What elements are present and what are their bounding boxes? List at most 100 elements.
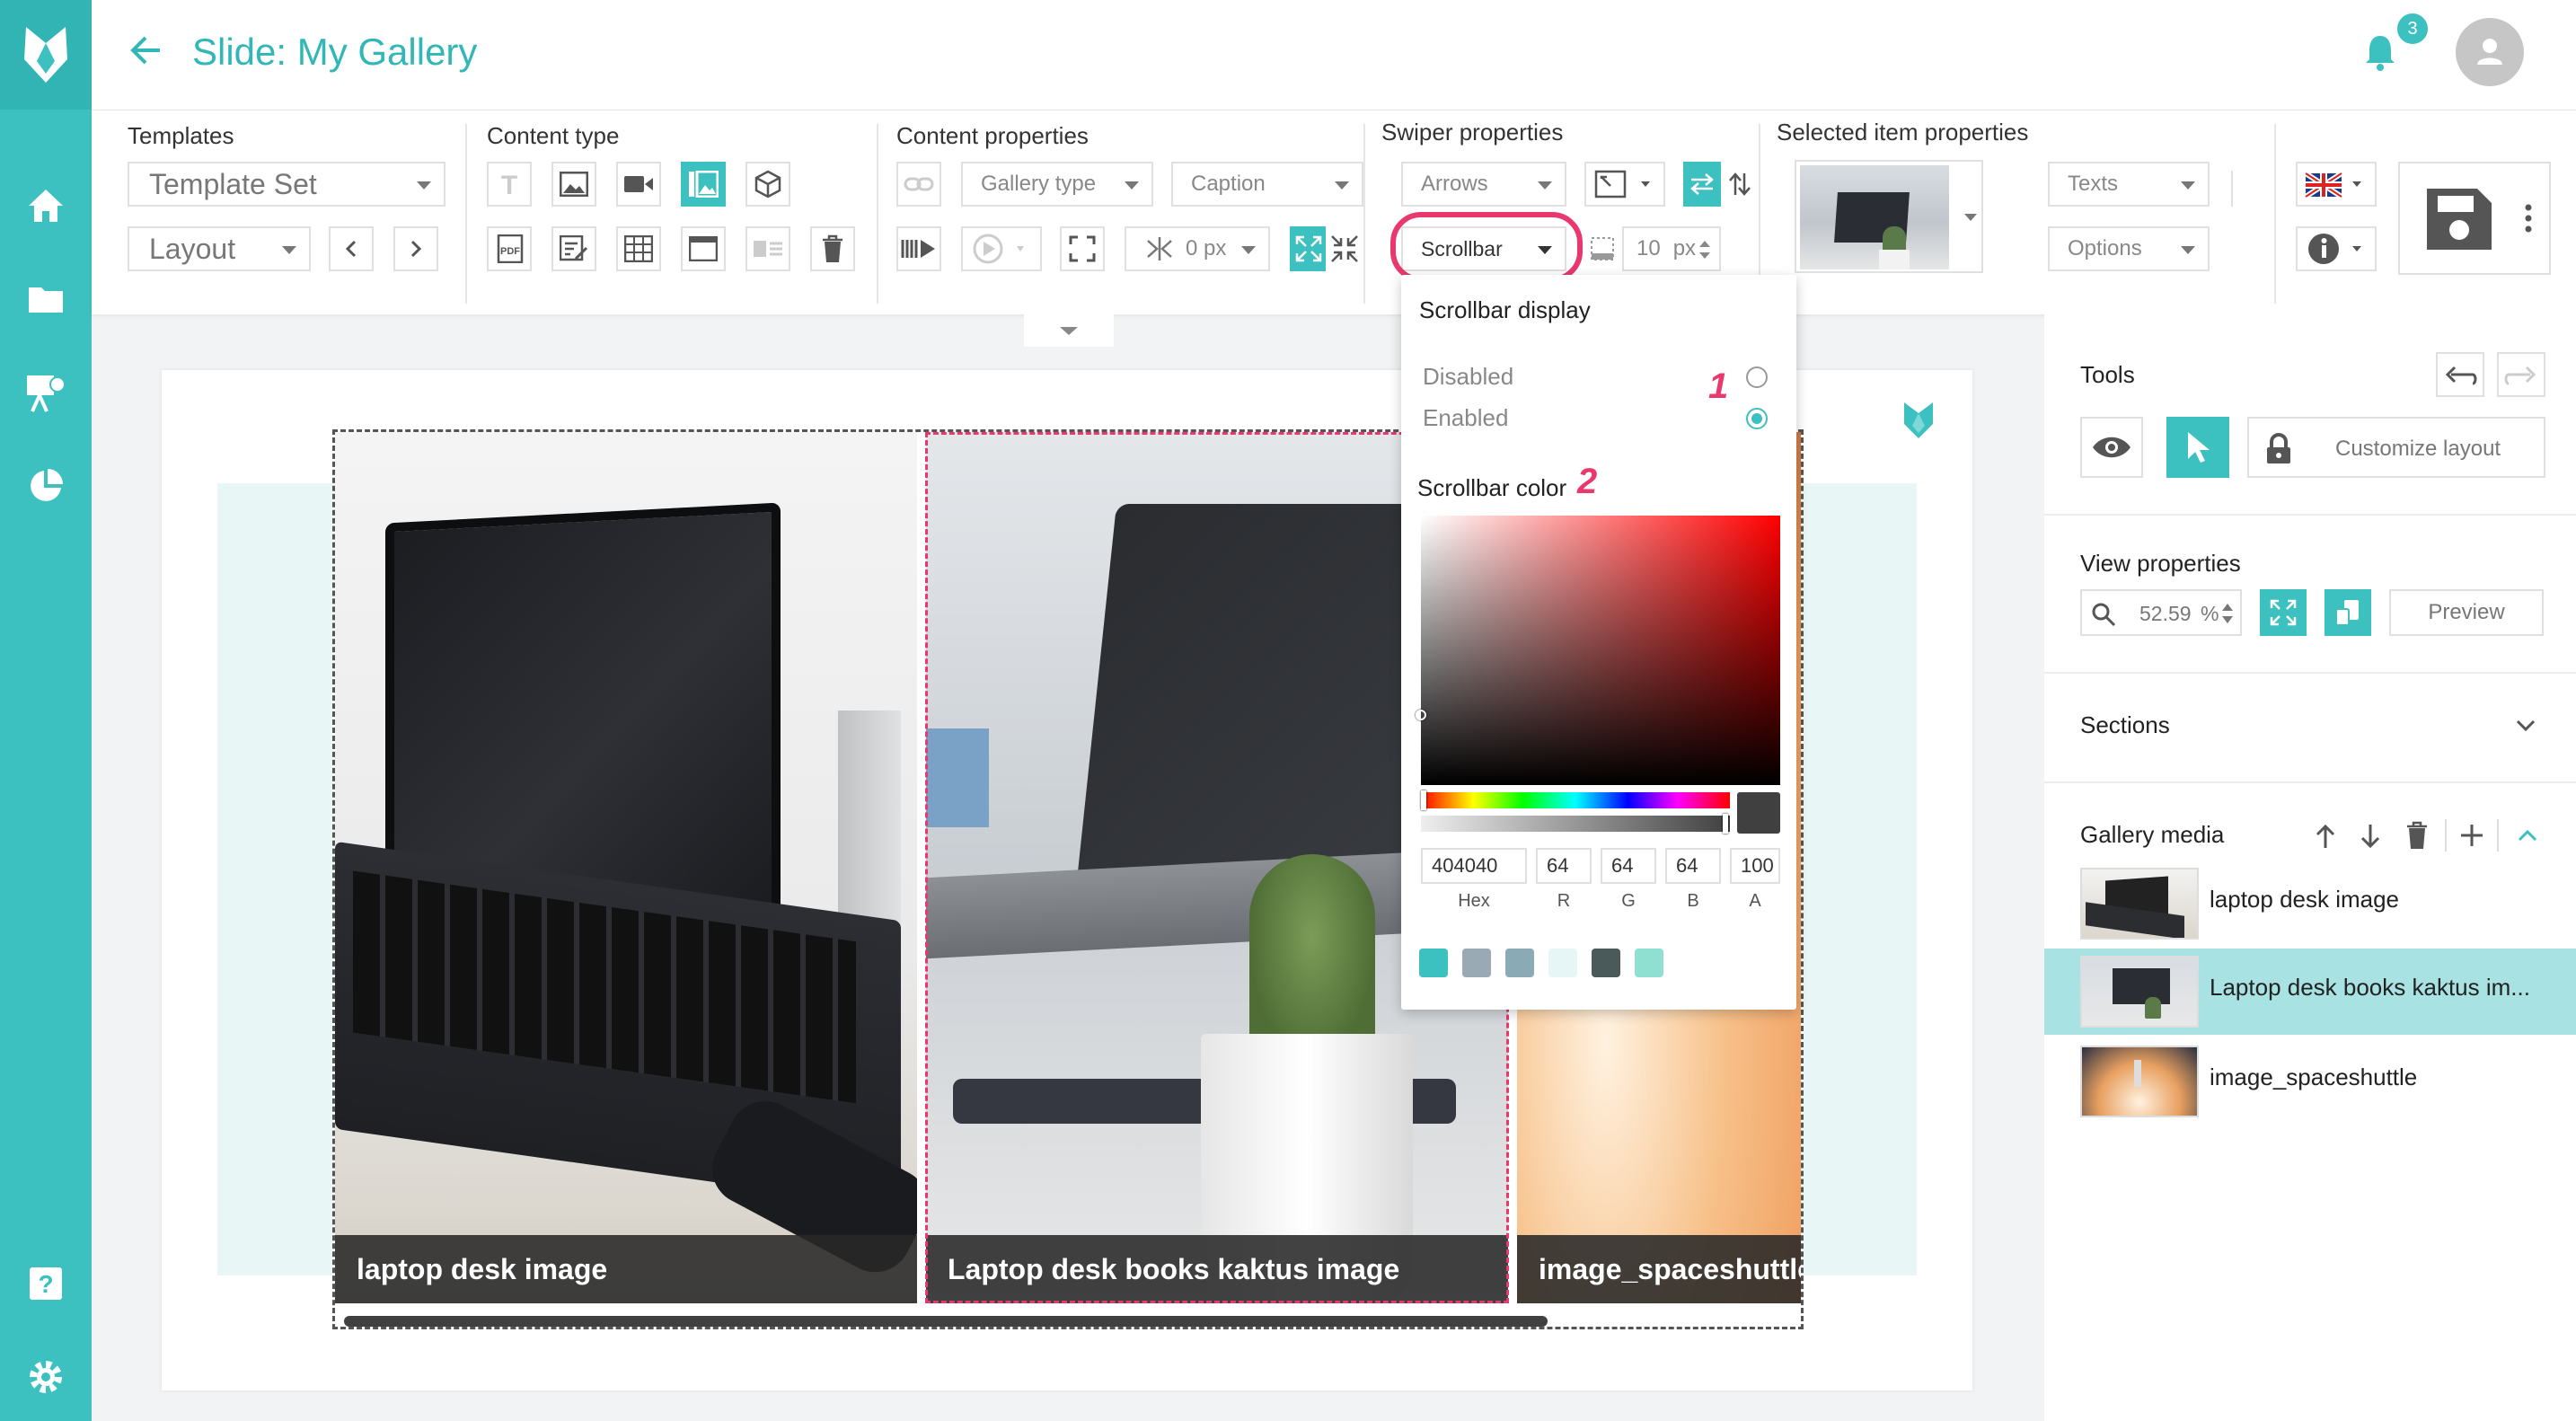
template-set-dropdown[interactable]: Template Set [128, 162, 446, 207]
settings-icon[interactable] [23, 1355, 68, 1399]
add-media-icon[interactable] [2459, 823, 2484, 848]
expand-icon[interactable] [1290, 226, 1328, 271]
preset-color-swatch[interactable] [1505, 949, 1534, 977]
horizontal-direction-icon[interactable] [1683, 162, 1721, 207]
enabled-radio[interactable] [1746, 408, 1768, 429]
notification-bell-icon[interactable] [2362, 32, 2398, 72]
gallery-type-dropdown[interactable]: Gallery type [961, 162, 1153, 207]
folder-icon[interactable] [23, 277, 68, 322]
move-down-icon[interactable] [2359, 823, 2382, 850]
hex-input[interactable]: 404040 [1421, 848, 1527, 884]
shrink-icon[interactable] [1326, 226, 1363, 271]
media-list-item[interactable]: image_spaceshuttle [2044, 1038, 2576, 1125]
trash-icon[interactable] [2405, 821, 2429, 850]
hue-slider-handle[interactable] [1421, 790, 1426, 810]
preset-color-swatch[interactable] [1592, 949, 1620, 977]
text-type-icon[interactable]: T [487, 162, 532, 207]
scrollbar-size-input[interactable]: 10 px [1622, 226, 1721, 271]
g-input[interactable]: 64 [1601, 848, 1656, 884]
image-type-icon[interactable] [551, 162, 596, 207]
customize-layout-button[interactable]: Customize layout [2247, 417, 2545, 478]
texts-dropdown[interactable]: Texts [2048, 162, 2210, 207]
options-value: Options [2068, 236, 2142, 260]
collapse-chevron-up-icon[interactable] [2517, 828, 2538, 843]
color-saturation-picker[interactable] [1416, 516, 1780, 785]
tools-title: Tools [2080, 361, 2135, 388]
zoom-stepper-icon[interactable] [2220, 600, 2235, 627]
card-type-icon[interactable] [745, 226, 790, 271]
pie-chart-icon[interactable] [23, 463, 68, 508]
gallery-slide[interactable]: laptop desk image [335, 432, 917, 1303]
save-button[interactable] [2398, 162, 2551, 275]
language-dropdown[interactable] [2296, 162, 2377, 207]
3d-object-type-icon[interactable] [745, 162, 790, 207]
autoplay-icon[interactable] [896, 226, 941, 271]
sections-chevron-down-icon[interactable] [2515, 719, 2536, 733]
position-dropdown[interactable] [1584, 162, 1665, 207]
preview-button[interactable]: Preview [2389, 589, 2544, 636]
app-logo-icon[interactable] [0, 0, 92, 110]
alpha-slider[interactable] [1421, 814, 1730, 834]
more-vertical-icon[interactable] [2524, 203, 2533, 234]
caption-dropdown[interactable]: Caption [1171, 162, 1363, 207]
back-arrow-icon[interactable] [128, 34, 163, 66]
b-input[interactable]: 64 [1665, 848, 1721, 884]
vertical-direction-icon[interactable] [1721, 162, 1759, 207]
options-dropdown[interactable]: Options [2048, 226, 2210, 271]
undo-button[interactable] [2436, 352, 2484, 397]
selected-item-thumbnail[interactable] [1795, 160, 1983, 273]
preview-eye-button[interactable] [2080, 417, 2143, 478]
pdf-type-icon[interactable]: PDF [487, 226, 532, 271]
thumbnail-caret-icon [1964, 214, 1977, 221]
table-type-icon[interactable] [616, 226, 661, 271]
arrows-dropdown[interactable]: Arrows [1401, 162, 1566, 207]
preset-color-swatch[interactable] [1462, 949, 1491, 977]
alpha-slider-handle[interactable] [1723, 814, 1728, 834]
info-icon [2308, 234, 2361, 264]
stepper-icon[interactable] [1698, 237, 1712, 262]
disabled-radio[interactable] [1746, 366, 1768, 388]
cactus [1249, 854, 1375, 1061]
ribbon-collapse-tab[interactable] [1024, 314, 1114, 347]
a-label: A [1749, 891, 1761, 911]
step-marker-1: 1 [1708, 366, 1729, 406]
select-pointer-button[interactable] [2166, 417, 2229, 478]
frame-type-icon[interactable] [681, 226, 726, 271]
r-input[interactable]: 64 [1536, 848, 1592, 884]
info-dropdown[interactable] [2296, 226, 2377, 271]
media-label: laptop desk image [2210, 886, 2400, 913]
preset-color-swatch[interactable] [1419, 949, 1448, 977]
preset-color-swatch[interactable] [1548, 949, 1577, 977]
zoom-input[interactable]: 52.59 % [2080, 589, 2242, 636]
media-list-item[interactable]: laptop desk image [2044, 861, 2576, 947]
color-picker-handle[interactable] [1416, 710, 1426, 720]
video-type-icon[interactable] [616, 162, 661, 207]
device-view-button[interactable] [2325, 589, 2371, 636]
a-input[interactable]: 100 [1730, 848, 1780, 884]
layout-dropdown[interactable]: Layout [128, 226, 311, 271]
form-type-icon[interactable] [551, 226, 596, 271]
play-mode-dropdown[interactable] [961, 226, 1042, 271]
presentation-icon[interactable] [23, 370, 68, 415]
fit-to-screen-button[interactable] [2260, 589, 2307, 636]
spacing-dropdown[interactable]: 0 px [1125, 226, 1270, 271]
redo-button[interactable] [2497, 352, 2545, 397]
b-label: B [1687, 891, 1699, 911]
slide-caption: Laptop desk books kaktus image [926, 1235, 1508, 1303]
help-icon[interactable]: ? [23, 1261, 68, 1306]
move-up-icon[interactable] [2314, 823, 2337, 850]
link-icon[interactable] [896, 162, 941, 207]
user-avatar[interactable] [2456, 18, 2524, 86]
fullscreen-icon[interactable] [1060, 226, 1105, 271]
gallery-scrollbar[interactable] [344, 1316, 1548, 1327]
next-layout-button[interactable] [393, 226, 438, 271]
preset-color-swatch[interactable] [1635, 949, 1663, 977]
gallery-type-icon[interactable] [681, 162, 726, 207]
home-icon[interactable] [23, 183, 68, 228]
media-list-item-selected[interactable]: Laptop desk books kaktus im... [2044, 949, 2576, 1035]
view-properties-title: View properties [2080, 550, 2241, 577]
gallery-type-value: Gallery type [981, 172, 1097, 196]
hue-slider[interactable] [1421, 790, 1730, 810]
prev-layout-button[interactable] [329, 226, 374, 271]
delete-content-icon[interactable] [810, 226, 855, 271]
